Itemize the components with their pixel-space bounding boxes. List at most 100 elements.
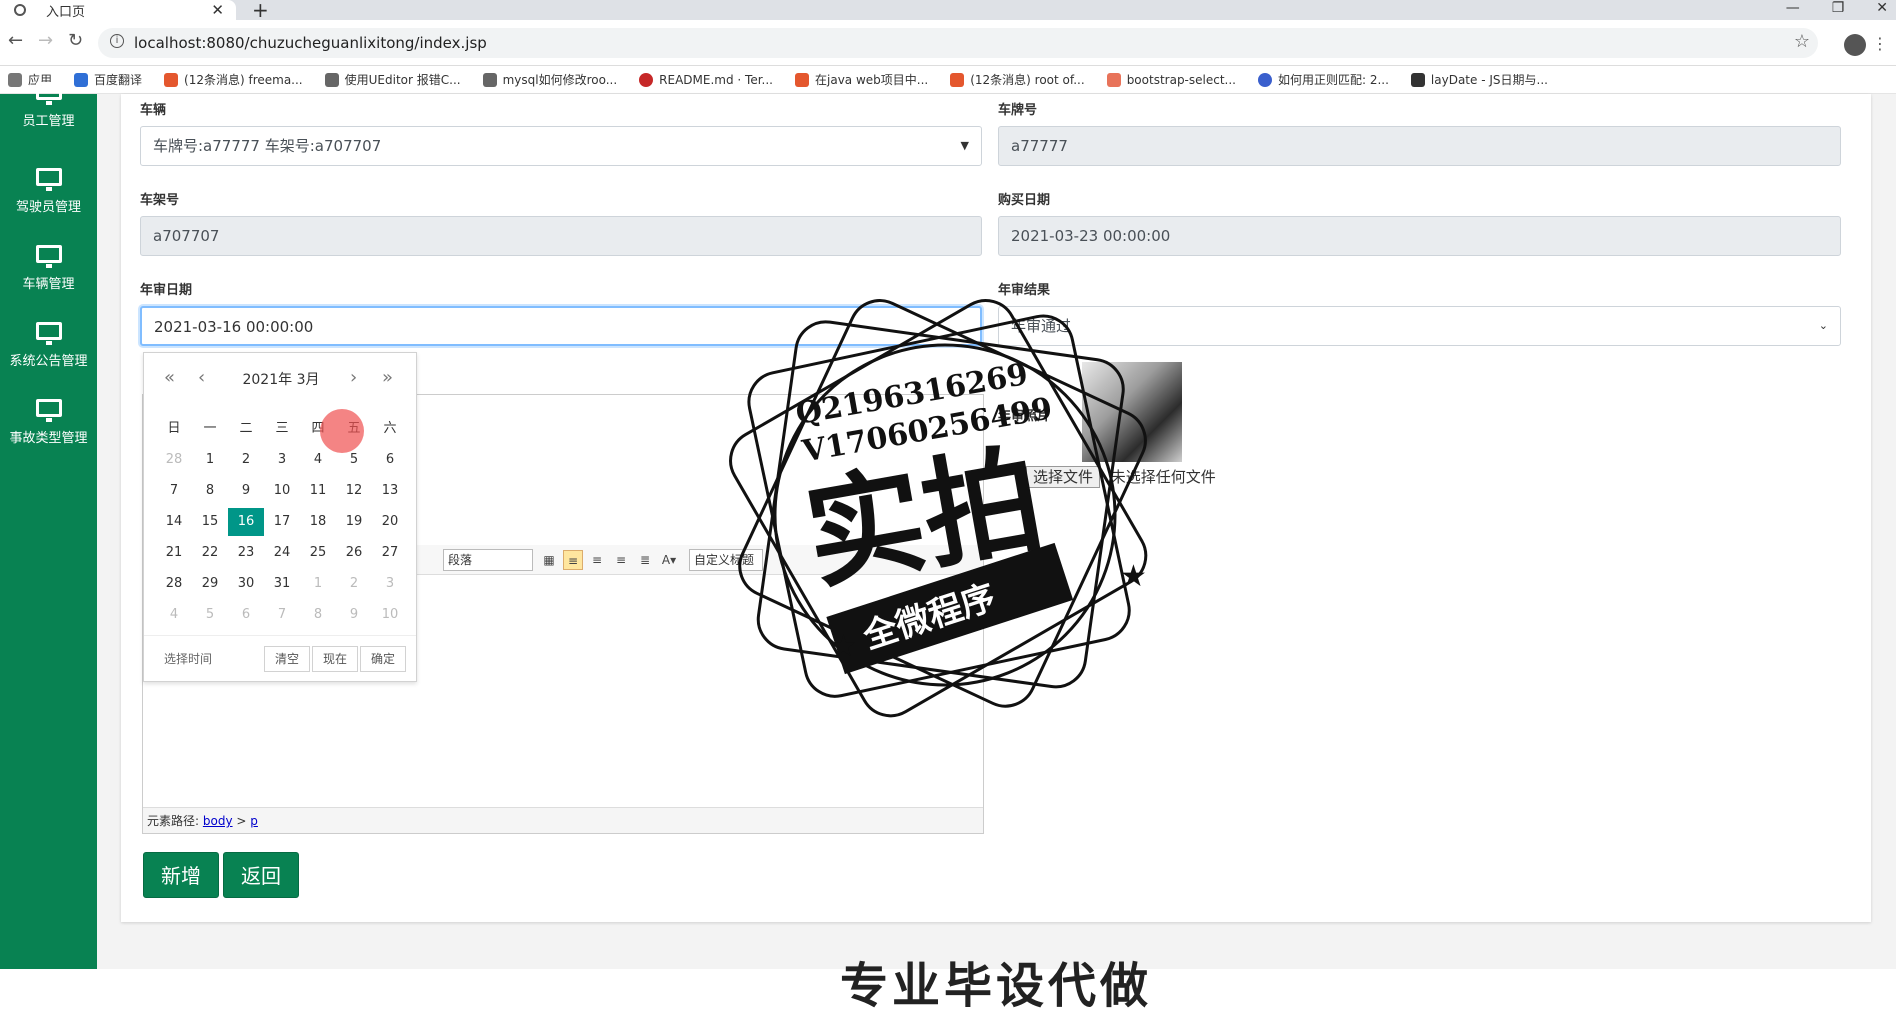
day-cell-selected[interactable]: 16 (228, 507, 264, 536)
day-cell[interactable]: 21 (156, 539, 192, 567)
day-cell[interactable]: 3 (372, 570, 408, 598)
day-cell[interactable]: 18 (300, 508, 336, 536)
align-center-icon[interactable]: ≡ (611, 550, 631, 570)
clear-button[interactable]: 清空 (264, 646, 310, 672)
day-cell[interactable]: 20 (372, 508, 408, 536)
custom-title-select[interactable]: 自定义标题 (689, 549, 763, 571)
select-time-link[interactable]: 选择时间 (164, 650, 212, 667)
day-cell[interactable]: 17 (264, 508, 300, 536)
monitor-icon (35, 82, 62, 105)
bookmark-item[interactable]: 使用UEditor 报错C... (324, 71, 461, 88)
bookmark-item[interactable]: mysql如何修改roo... (482, 71, 617, 88)
day-cell[interactable]: 19 (336, 508, 372, 536)
paragraph-select[interactable]: 段落 (443, 549, 533, 571)
next-year-icon[interactable]: » (382, 367, 393, 388)
day-cell[interactable]: 29 (192, 570, 228, 598)
close-tab-icon[interactable]: ✕ (211, 0, 224, 20)
bookmark-item[interactable]: 如何用正则匹配: 2... (1257, 71, 1389, 88)
add-button[interactable]: 新增 (143, 852, 219, 898)
plate-field[interactable]: a77777 (998, 126, 1841, 166)
day-cell[interactable]: 6 (372, 446, 408, 474)
purchase-date-field[interactable]: 2021-03-23 00:00:00 (998, 216, 1841, 256)
day-cell[interactable]: 28 (156, 446, 192, 474)
bookmark-item[interactable]: 在java web项目中... (795, 71, 928, 88)
day-cell[interactable]: 6 (228, 601, 264, 629)
day-cell[interactable]: 14 (156, 508, 192, 536)
day-cell[interactable]: 11 (300, 477, 336, 505)
bookmark-star-icon[interactable]: ☆ (1794, 31, 1810, 52)
bookmark-item[interactable]: (12条消息) freema... (164, 71, 303, 88)
reload-icon[interactable]: ↻ (68, 30, 83, 51)
next-month-icon[interactable]: › (350, 367, 357, 388)
new-tab-icon[interactable]: + (252, 0, 269, 22)
day-cell[interactable]: 4 (156, 601, 192, 629)
picker-month[interactable]: 3月 (297, 372, 320, 388)
bookmark-item[interactable]: layDate - JS日期与... (1410, 71, 1548, 88)
path-body-link[interactable]: body (203, 814, 233, 828)
sidebar-item-vehicles[interactable]: 车辆管理 (0, 245, 97, 292)
align-left-icon[interactable]: ≡ (563, 550, 583, 570)
day-cell[interactable]: 24 (264, 539, 300, 567)
font-color-icon[interactable]: A▾ (659, 550, 679, 570)
picker-year[interactable]: 2021年 (242, 372, 292, 388)
choose-file-button[interactable]: 选择文件 (1026, 466, 1101, 488)
sidebar-item-announcements[interactable]: 系统公告管理 (0, 322, 97, 369)
day-cell[interactable]: 8 (192, 477, 228, 505)
restore-icon[interactable]: ❐ (1832, 0, 1845, 16)
file-input[interactable]: 选择文件 未选择任何文件 (1026, 466, 1216, 488)
day-cell[interactable]: 2 (336, 570, 372, 598)
now-button[interactable]: 现在 (312, 646, 358, 672)
inspection-date-input[interactable]: 2021-03-16 00:00:00 (140, 306, 982, 346)
day-cell[interactable]: 3 (264, 446, 300, 474)
day-cell[interactable]: 22 (192, 539, 228, 567)
frame-field[interactable]: a707707 (140, 216, 982, 256)
day-cell[interactable]: 8 (300, 601, 336, 629)
bookmark-item[interactable]: bootstrap-select... (1106, 72, 1236, 87)
url-text[interactable]: localhost:8080/chuzucheguanlixitong/inde… (134, 34, 487, 52)
day-cell[interactable]: 7 (156, 477, 192, 505)
tab-strip: 入口页 ✕ + — ❐ ✕ (0, 0, 1896, 22)
sidebar-item-drivers[interactable]: 驾驶员管理 (0, 168, 97, 215)
minimize-icon[interactable]: — (1786, 0, 1800, 16)
vehicle-select[interactable]: 车牌号:a77777 车架号:a707707 ▼ (140, 126, 982, 166)
forward-arrow-icon[interactable]: → (38, 30, 53, 51)
day-cell[interactable]: 2 (228, 446, 264, 474)
back-arrow-icon[interactable]: ← (8, 30, 23, 51)
account-icon[interactable] (1844, 34, 1866, 56)
day-cell[interactable]: 26 (336, 539, 372, 567)
browser-tab[interactable]: 入口页 ✕ (0, 0, 236, 20)
bookmark-item[interactable]: README.md · Ter... (639, 72, 773, 87)
menu-kebab-icon[interactable]: ⋮ (1872, 34, 1888, 53)
align-right-icon[interactable]: ≡ (587, 550, 607, 570)
day-cell[interactable]: 9 (336, 601, 372, 629)
day-cell[interactable]: 28 (156, 570, 192, 598)
day-cell[interactable]: 12 (336, 477, 372, 505)
back-button[interactable]: 返回 (223, 852, 299, 898)
info-icon[interactable]: i (110, 34, 124, 48)
day-cell[interactable]: 30 (228, 570, 264, 598)
omnibox[interactable]: i localhost:8080/chuzucheguanlixitong/in… (98, 28, 1818, 58)
day-cell[interactable]: 1 (192, 446, 228, 474)
day-cell[interactable]: 10 (372, 601, 408, 629)
day-cell[interactable]: 31 (264, 570, 300, 598)
day-cell[interactable]: 1 (300, 570, 336, 598)
table-icon[interactable]: ▦ (539, 550, 559, 570)
align-justify-icon[interactable]: ≣ (635, 550, 655, 570)
day-cell[interactable]: 5 (192, 601, 228, 629)
day-cell[interactable]: 7 (264, 601, 300, 629)
day-cell[interactable]: 9 (228, 477, 264, 505)
file-status: 未选择任何文件 (1110, 468, 1216, 486)
day-cell[interactable]: 25 (300, 539, 336, 567)
close-window-icon[interactable]: ✕ (1876, 0, 1888, 16)
sidebar-item-accident-types[interactable]: 事故类型管理 (0, 399, 97, 446)
bookmark-item[interactable]: (12条消息) root of... (950, 71, 1085, 88)
day-cell[interactable]: 23 (228, 539, 264, 567)
path-p-link[interactable]: p (250, 814, 258, 828)
sidebar-item-staff[interactable]: 员工管理 (0, 82, 97, 129)
inspection-result-select[interactable]: 年审通过 ⌄ (998, 306, 1841, 346)
day-cell[interactable]: 15 (192, 508, 228, 536)
day-cell[interactable]: 10 (264, 477, 300, 505)
day-cell[interactable]: 27 (372, 539, 408, 567)
confirm-button[interactable]: 确定 (360, 646, 406, 672)
day-cell[interactable]: 13 (372, 477, 408, 505)
